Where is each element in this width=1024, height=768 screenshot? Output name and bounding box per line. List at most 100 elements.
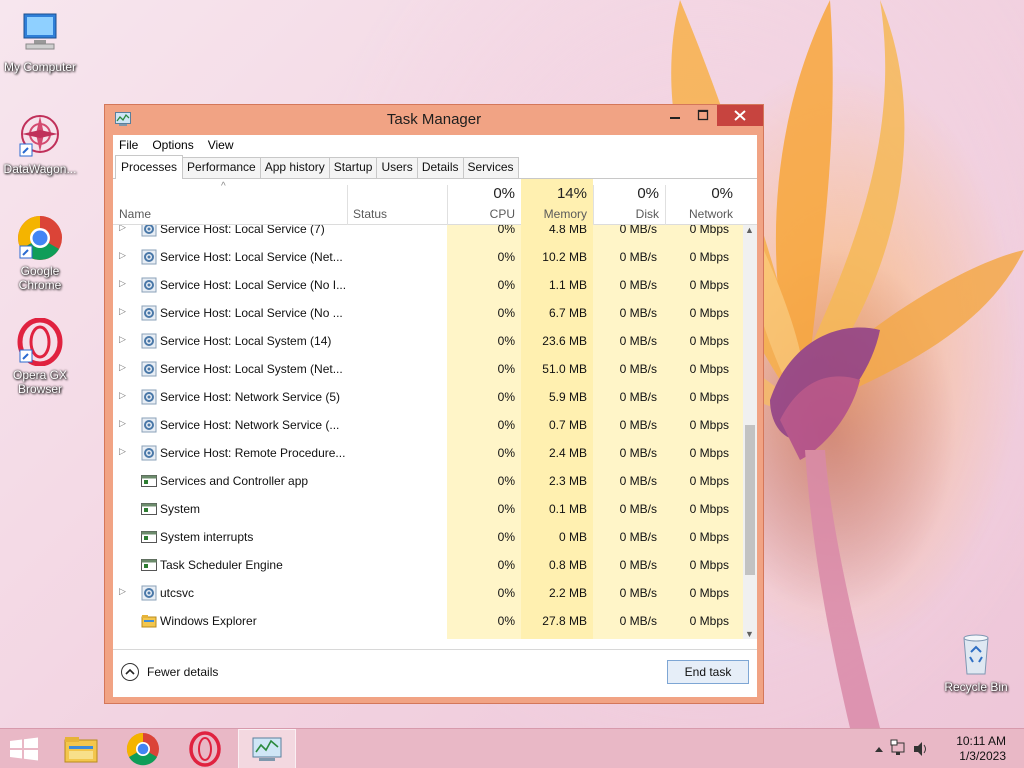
process-disk: 0 MB/s: [619, 530, 657, 544]
process-memory: 5.9 MB: [548, 390, 587, 404]
service-gear-icon: [141, 249, 157, 265]
column-name[interactable]: Name: [113, 179, 347, 225]
expand-arrow-icon[interactable]: ▷: [119, 225, 126, 233]
scroll-up-icon[interactable]: ▲: [745, 225, 754, 235]
chrome-icon: [18, 216, 62, 260]
tab-app-history[interactable]: App history: [259, 157, 330, 178]
tab-processes[interactable]: Processes: [115, 155, 184, 179]
process-disk: 0 MB/s: [619, 390, 657, 404]
column-cpu-label: CPU: [489, 207, 515, 221]
desktop-icon-datawagon[interactable]: DataWagon...: [0, 112, 80, 176]
column-memory-label: Memory: [543, 207, 587, 221]
menu-file[interactable]: File: [119, 138, 138, 152]
scroll-down-icon[interactable]: ▼: [745, 629, 754, 639]
process-network: 0 Mbps: [689, 446, 729, 460]
fewer-details-button[interactable]: Fewer details: [121, 663, 218, 681]
expand-arrow-icon[interactable]: ▷: [119, 418, 126, 429]
expand-arrow-icon[interactable]: ▷: [119, 586, 126, 597]
taskbar-file-explorer[interactable]: [52, 729, 110, 768]
taskbar-task-manager[interactable]: [238, 729, 296, 768]
end-task-button[interactable]: End task: [667, 660, 749, 684]
start-button[interactable]: [0, 729, 58, 768]
minimize-icon: [670, 117, 680, 119]
process-row[interactable]: ▷ Service Host: Local Service (Net... 0% 10…: [113, 243, 743, 271]
column-disk[interactable]: 0% Disk: [593, 179, 665, 225]
process-row[interactable]: Task Scheduler Engine 0% 0.8 MB 0 MB/s 0 Mbp…: [113, 551, 743, 579]
column-memory[interactable]: 14% Memory: [521, 179, 593, 225]
column-cpu[interactable]: 0% CPU: [447, 179, 521, 225]
process-name: System: [160, 502, 201, 516]
expand-arrow-icon[interactable]: ▷: [119, 306, 126, 317]
process-row[interactable]: System 0% 0.1 MB 0 MB/s 0 Mbps: [113, 495, 743, 523]
computer-icon: [23, 13, 57, 50]
process-row[interactable]: ▷ Service Host: Local System (Net... 0% 51.…: [113, 355, 743, 383]
process-name: Service Host: Network Service (...: [160, 418, 340, 432]
expand-arrow-icon[interactable]: ▷: [119, 278, 126, 289]
process-name: Service Host: Local Service (No ...: [160, 306, 343, 320]
column-status[interactable]: Status: [347, 179, 447, 225]
close-button[interactable]: [717, 105, 763, 126]
column-network[interactable]: 0% Network: [665, 179, 739, 225]
tab-users[interactable]: Users: [376, 157, 418, 178]
maximize-button[interactable]: [689, 105, 717, 126]
taskbar-opera-gx[interactable]: [176, 729, 234, 768]
process-disk: 0 MB/s: [619, 418, 657, 432]
expand-arrow-icon[interactable]: ▷: [119, 446, 126, 457]
tab-details[interactable]: Details: [416, 157, 464, 178]
tab-services[interactable]: Services: [462, 157, 519, 178]
title-bar[interactable]: Task Manager: [105, 105, 763, 133]
taskbar-chrome[interactable]: [114, 729, 172, 768]
taskbar-clock[interactable]: 10:11 AM 1/3/2023: [956, 734, 1006, 764]
process-row[interactable]: ▷ Service Host: Local Service (No ... 0% 6.…: [113, 299, 743, 327]
process-row[interactable]: ▷ utcsvc 0% 2.2 MB 0 MB/s 0 Mbps: [113, 579, 743, 607]
show-hidden-icons-icon[interactable]: [872, 729, 886, 768]
desktop-icon-google-chrome[interactable]: Google Chrome: [0, 214, 80, 292]
desktop-icon-recycle-bin[interactable]: Recycle Bin: [936, 630, 1016, 694]
desktop-icon-my-computer[interactable]: My Computer: [0, 10, 80, 74]
volume-icon[interactable]: [912, 729, 930, 768]
process-name: Service Host: Local System (14): [160, 334, 332, 348]
process-network: 0 Mbps: [689, 306, 729, 320]
process-row[interactable]: ▷ Service Host: Remote Procedure... 0% 2.4 …: [113, 439, 743, 467]
process-cpu: 0%: [497, 225, 515, 236]
recycle-bin-icon: [963, 634, 989, 675]
task-manager-icon: [252, 737, 282, 761]
process-row[interactable]: ▷ Service Host: Network Service (... 0% 0.7…: [113, 411, 743, 439]
process-row[interactable]: System interrupts 0% 0 MB 0 MB/s 0 Mbps: [113, 523, 743, 551]
process-row[interactable]: Services and Controller app 0% 2.3 MB 0 MB/…: [113, 467, 743, 495]
process-cpu: 0%: [497, 418, 515, 432]
process-name: Task Scheduler Engine: [160, 558, 283, 572]
expand-arrow-icon[interactable]: ▷: [119, 362, 126, 373]
tab-strip: Processes Performance App history Startu…: [113, 155, 757, 179]
menu-view[interactable]: View: [208, 138, 234, 152]
system-tray: 10:11 AM 1/3/2023: [864, 729, 1024, 768]
process-name: Service Host: Local Service (No I...: [160, 278, 347, 292]
process-memory: 0.1 MB: [548, 502, 587, 516]
process-name: Service Host: Remote Procedure...: [160, 446, 346, 460]
process-row[interactable]: Windows Explorer 0% 27.8 MB 0 MB/s 0 Mbps: [113, 607, 743, 635]
process-row[interactable]: ▷ Service Host: Local Service (7) 0% 4.8 MB…: [113, 225, 743, 243]
process-memory: 6.7 MB: [548, 306, 587, 320]
desktop-icon-opera-gx[interactable]: Opera GX Browser: [0, 317, 80, 396]
windows-start-icon: [10, 737, 38, 761]
tab-startup[interactable]: Startup: [328, 157, 378, 178]
scrollbar-thumb[interactable]: [745, 425, 755, 575]
vertical-scrollbar[interactable]: ▲ ▼: [743, 225, 757, 639]
process-row[interactable]: ▷ Service Host: Network Service (5) 0% 5.9 …: [113, 383, 743, 411]
process-disk: 0 MB/s: [619, 586, 657, 600]
menu-options[interactable]: Options: [152, 138, 193, 152]
expand-arrow-icon[interactable]: ▷: [119, 390, 126, 401]
process-name: utcsvc: [160, 586, 195, 600]
network-icon[interactable]: [890, 729, 908, 768]
expand-arrow-icon[interactable]: ▷: [119, 334, 126, 345]
footer-bar: Fewer details End task: [113, 649, 757, 697]
tab-performance[interactable]: Performance: [182, 157, 261, 178]
process-row[interactable]: ▷ Service Host: Local System (14) 0% 23.6 M…: [113, 327, 743, 355]
process-memory: 2.3 MB: [548, 474, 587, 488]
chrome-icon: [126, 732, 159, 766]
expand-arrow-icon[interactable]: ▷: [119, 250, 126, 261]
taskbar: 10:11 AM 1/3/2023: [0, 728, 1024, 768]
process-list[interactable]: ▷ Service Host: Local Service (7) 0% 4.8 MB…: [113, 225, 757, 639]
process-row[interactable]: ▷ Service Host: Local Service (No I... 0% 1…: [113, 271, 743, 299]
minimize-button[interactable]: [661, 105, 689, 126]
